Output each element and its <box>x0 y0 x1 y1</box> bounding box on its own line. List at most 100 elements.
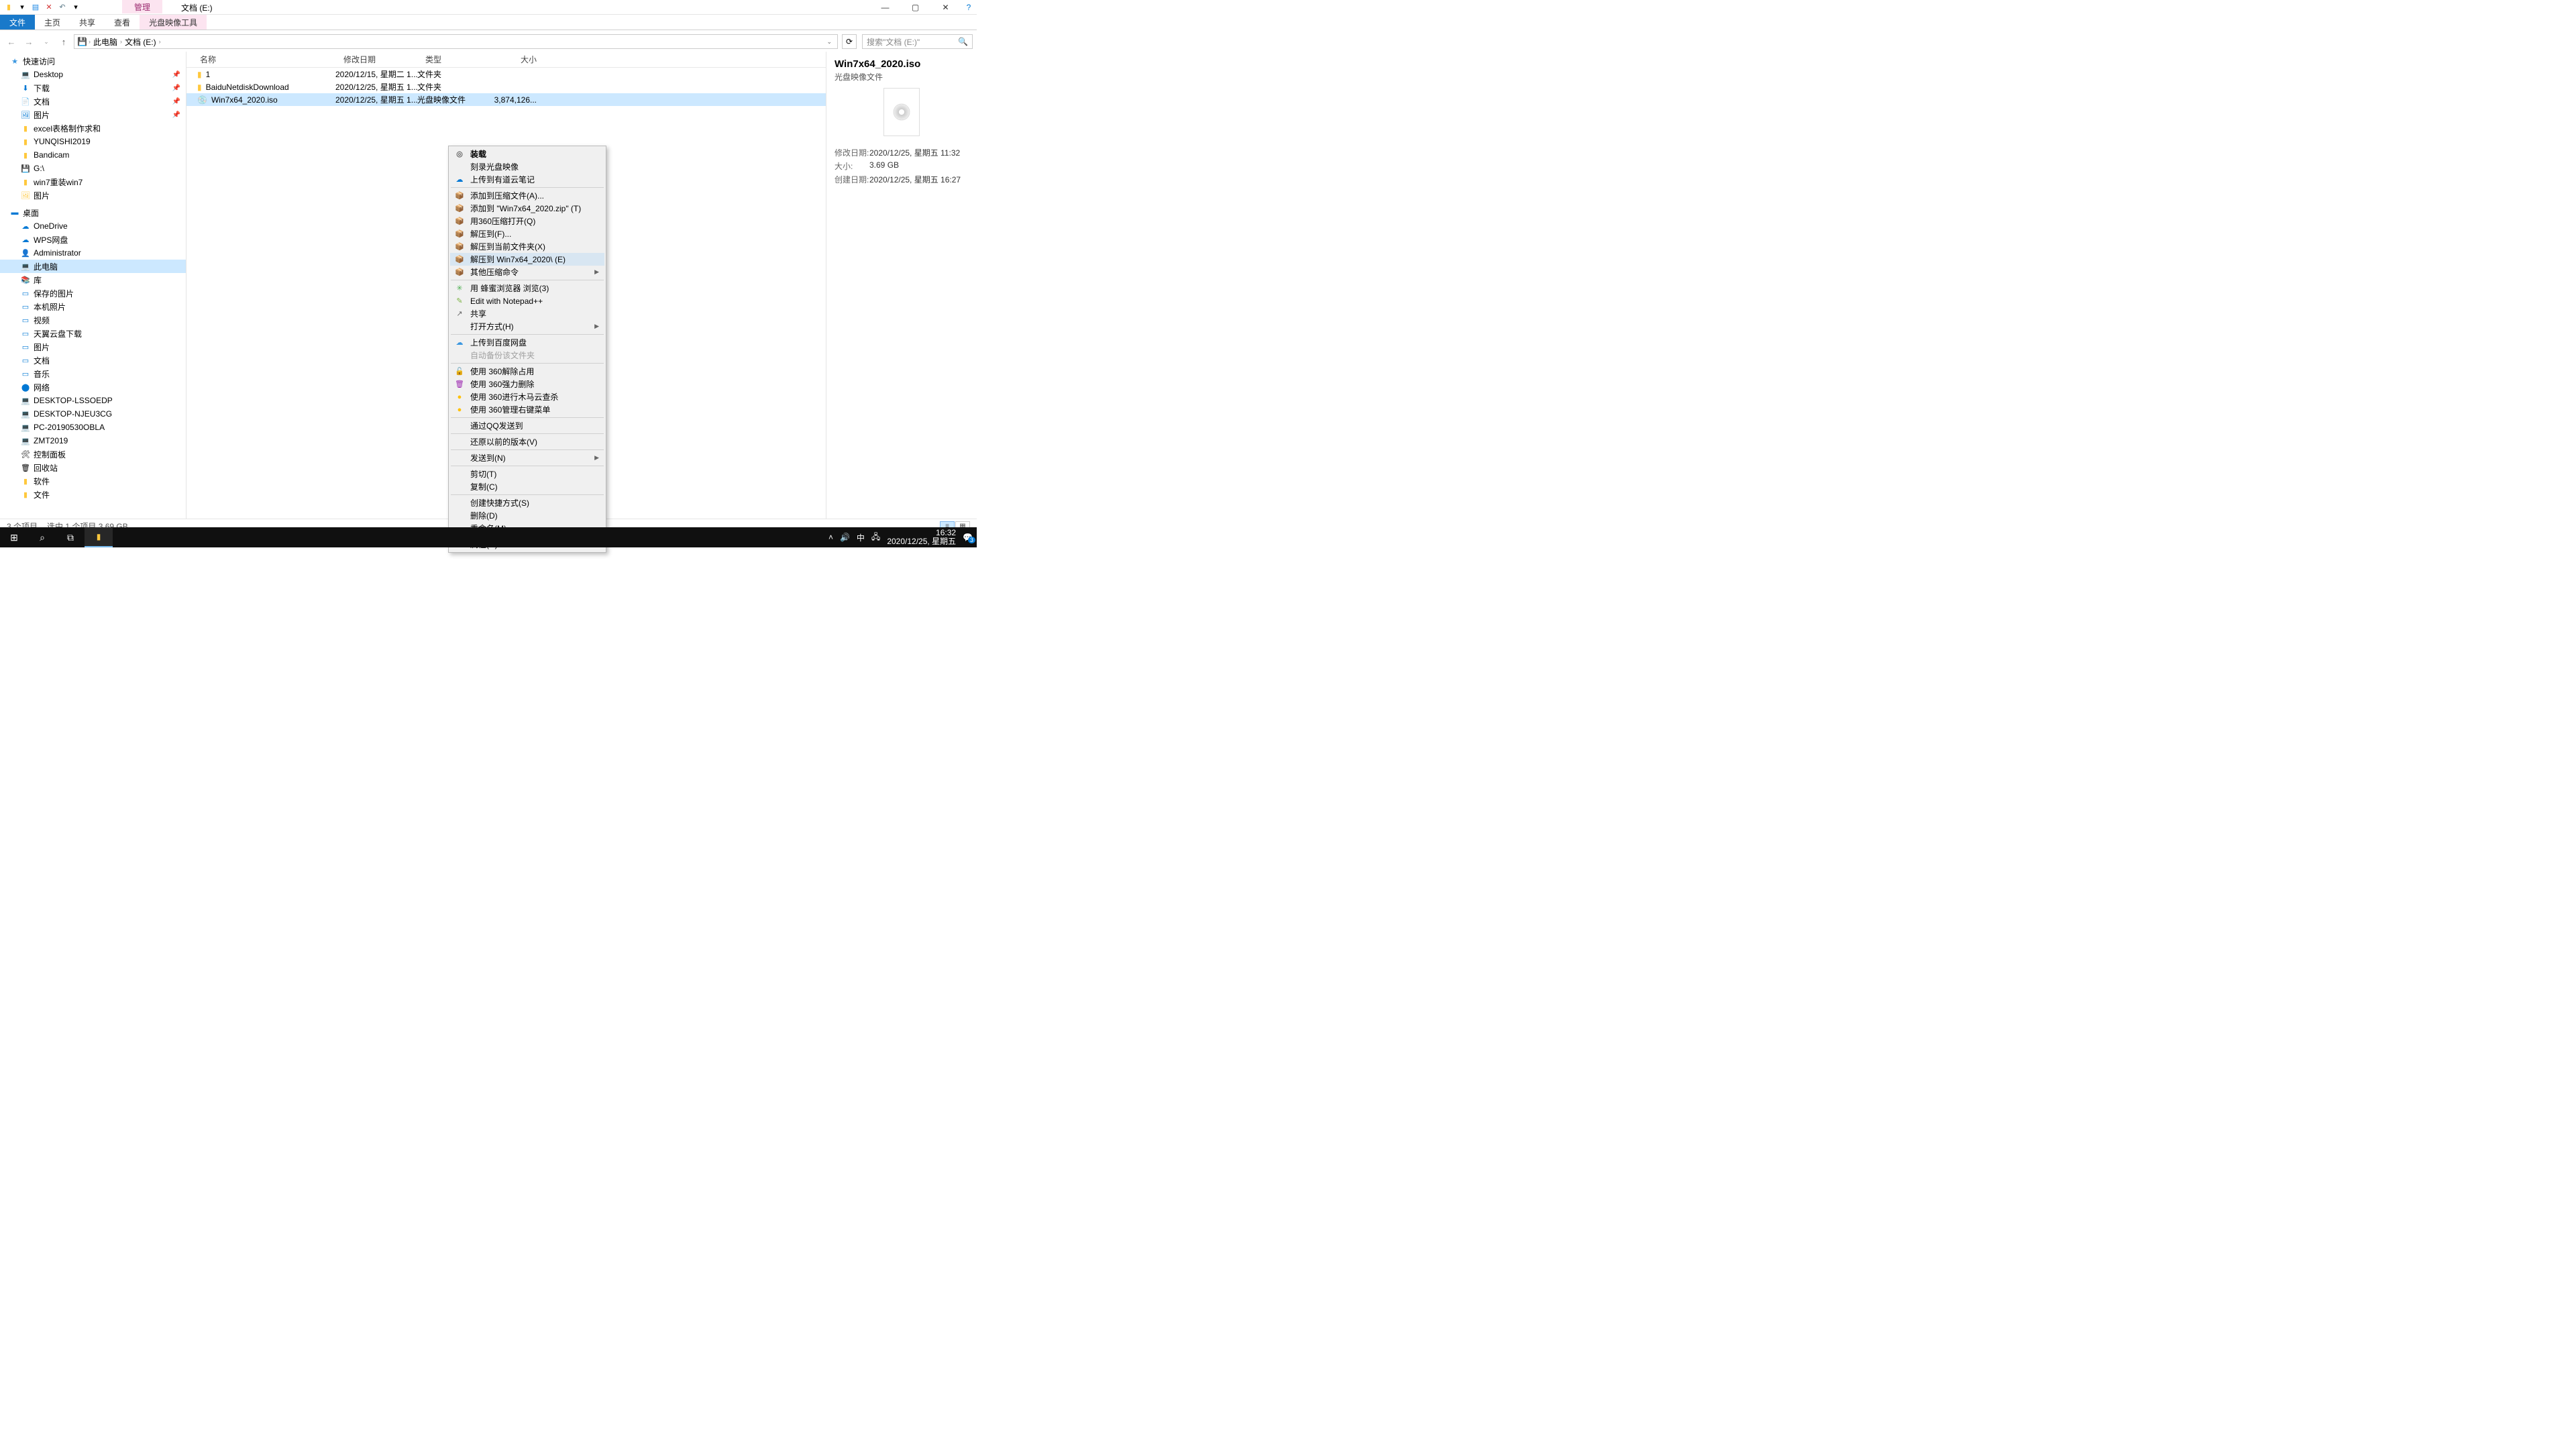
tab-share[interactable]: 共享 <box>70 15 105 30</box>
file-row[interactable]: 💿Win7x64_2020.iso2020/12/25, 星期五 1...光盘映… <box>186 93 826 106</box>
menu-item[interactable]: ☁上传到有道云笔记 <box>450 173 604 186</box>
file-list[interactable]: 名称 修改日期 类型 大小 ▮12020/12/15, 星期二 1...文件夹▮… <box>186 52 826 519</box>
tab-file[interactable]: 文件 <box>0 15 35 30</box>
menu-item[interactable]: 删除(D) <box>450 509 604 522</box>
minimize-button[interactable]: — <box>870 0 900 15</box>
nav-quick-item[interactable]: ▮YUNQISHI2019 <box>0 135 186 148</box>
nav-lib-item[interactable]: ▭天翼云盘下载 <box>0 327 186 340</box>
nav-network[interactable]: ⬤网络 <box>0 380 186 394</box>
menu-item[interactable]: ●使用 360管理右键菜单 <box>450 403 604 416</box>
qat-dropdown-icon[interactable]: ▾ <box>16 1 28 13</box>
nav-lib-item[interactable]: ▭音乐 <box>0 367 186 380</box>
nav-quick-item[interactable]: ⬇下载📌 <box>0 81 186 95</box>
nav-item[interactable]: 📚库 <box>0 273 186 286</box>
nav-quick-item[interactable]: 💾G:\ <box>0 162 186 175</box>
search-button[interactable]: ⌕ <box>28 527 56 547</box>
menu-item[interactable]: 🗑使用 360强力删除 <box>450 378 604 390</box>
tab-view[interactable]: 查看 <box>105 15 140 30</box>
nav-item[interactable]: 💻此电脑 <box>0 260 186 273</box>
menu-item[interactable]: 📦添加到压缩文件(A)... <box>450 189 604 202</box>
menu-item[interactable]: 打开方式(H)▶ <box>450 320 604 333</box>
menu-item[interactable]: 📦解压到(F)... <box>450 227 604 240</box>
nav-net-item[interactable]: 💻DESKTOP-LSSOEDP <box>0 394 186 407</box>
col-name[interactable]: 名称 <box>186 54 335 65</box>
volume-icon[interactable]: 🔊 <box>840 533 850 542</box>
nav-net-item[interactable]: 💻ZMT2019 <box>0 434 186 447</box>
explorer-taskbar-icon[interactable]: ▮ <box>85 527 113 547</box>
nav-control-panel[interactable]: 🛠控制面板 <box>0 447 186 461</box>
menu-item[interactable]: 复制(C) <box>450 480 604 493</box>
start-button[interactable]: ⊞ <box>0 527 28 547</box>
menu-item[interactable]: 还原以前的版本(V) <box>450 435 604 448</box>
nav-quick-item[interactable]: ▮Bandicam <box>0 148 186 162</box>
navigation-pane[interactable]: ★快速访问 💻Desktop📌⬇下载📌📄文档📌🖼图片📌▮excel表格制作求和▮… <box>0 52 186 519</box>
nav-folder[interactable]: ▮软件 <box>0 474 186 488</box>
task-view-button[interactable]: ⧉ <box>56 527 85 547</box>
menu-item[interactable]: 📦用360压缩打开(Q) <box>450 215 604 227</box>
menu-item[interactable]: 📦解压到当前文件夹(X) <box>450 240 604 253</box>
menu-item[interactable]: ●使用 360进行木马云查杀 <box>450 390 604 403</box>
chevron-right-icon[interactable]: › <box>89 38 91 45</box>
col-size[interactable]: 大小 <box>484 54 545 65</box>
menu-item[interactable]: ☁上传到百度网盘 <box>450 336 604 349</box>
col-date[interactable]: 修改日期 <box>335 54 417 65</box>
chevron-right-icon[interactable]: › <box>120 38 122 45</box>
menu-item[interactable]: 剪切(T) <box>450 468 604 480</box>
col-type[interactable]: 类型 <box>417 54 484 65</box>
menu-item[interactable]: 通过QQ发送到 <box>450 419 604 432</box>
back-button[interactable]: ← <box>4 34 19 49</box>
nav-item[interactable]: 👤Administrator <box>0 246 186 260</box>
forward-button[interactable]: → <box>21 34 36 49</box>
tab-disc-image-tools[interactable]: 光盘映像工具 <box>140 15 207 30</box>
help-button[interactable]: ? <box>961 0 977 15</box>
clock[interactable]: 16:32 2020/12/25, 星期五 <box>887 529 956 546</box>
nav-folder[interactable]: ▮文件 <box>0 488 186 501</box>
tab-home[interactable]: 主页 <box>35 15 70 30</box>
nav-quick-access[interactable]: ★快速访问 <box>0 54 186 68</box>
nav-quick-item[interactable]: 💻Desktop📌 <box>0 68 186 81</box>
nav-net-item[interactable]: 💻DESKTOP-NJEU3CG <box>0 407 186 421</box>
properties-icon[interactable]: ▤ <box>30 1 42 13</box>
nav-quick-item[interactable]: ▮excel表格制作求和 <box>0 121 186 135</box>
nav-quick-item[interactable]: 🖼图片📌 <box>0 108 186 121</box>
ime-indicator[interactable]: 中 <box>857 532 865 543</box>
nav-lib-item[interactable]: ▭本机照片 <box>0 300 186 313</box>
menu-item[interactable]: 刻录光盘映像 <box>450 160 604 173</box>
file-row[interactable]: ▮BaiduNetdiskDownload2020/12/25, 星期五 1..… <box>186 80 826 93</box>
nav-lib-item[interactable]: ▭图片 <box>0 340 186 354</box>
nav-quick-item[interactable]: 🖼图片 <box>0 189 186 202</box>
nav-item[interactable]: ☁WPS网盘 <box>0 233 186 246</box>
nav-quick-item[interactable]: 📄文档📌 <box>0 95 186 108</box>
qat-more-icon[interactable]: ▾ <box>70 1 82 13</box>
file-row[interactable]: ▮12020/12/15, 星期二 1...文件夹 <box>186 68 826 80</box>
address-dropdown-icon[interactable]: ⌄ <box>826 38 835 46</box>
undo-icon[interactable]: ↶ <box>56 1 68 13</box>
refresh-button[interactable]: ⟳ <box>842 34 857 49</box>
breadcrumb[interactable]: 此电脑 <box>92 36 119 48</box>
nav-lib-item[interactable]: ▭文档 <box>0 354 186 367</box>
address-box[interactable]: 💾 › 此电脑 › 文档 (E:) › ⌄ <box>74 34 838 49</box>
breadcrumb[interactable]: 文档 (E:) <box>123 36 158 48</box>
close-button[interactable]: ✕ <box>930 0 961 15</box>
search-input[interactable]: 搜索"文档 (E:)" 🔍 <box>862 34 973 49</box>
action-center-icon[interactable]: 💬3 <box>963 533 973 542</box>
nav-recycle-bin[interactable]: 🗑回收站 <box>0 461 186 474</box>
nav-net-item[interactable]: 💻PC-20190530OBLA <box>0 421 186 434</box>
menu-item[interactable]: ◎装载 <box>450 148 604 160</box>
network-icon[interactable]: 🖧 <box>871 531 880 545</box>
maximize-button[interactable]: ▢ <box>900 0 930 15</box>
menu-item[interactable]: ↗共享 <box>450 307 604 320</box>
menu-item[interactable]: 📦解压到 Win7x64_2020\ (E) <box>450 253 604 266</box>
up-button[interactable]: ↑ <box>56 34 71 49</box>
nav-quick-item[interactable]: ▮win7重装win7 <box>0 175 186 189</box>
tray-chevron-icon[interactable]: ˄ <box>828 533 833 542</box>
delete-icon[interactable]: ✕ <box>43 1 55 13</box>
nav-desktop[interactable]: ▬桌面 <box>0 206 186 219</box>
recent-dropdown-icon[interactable]: ⌄ <box>39 34 54 49</box>
menu-item[interactable]: 创建快捷方式(S) <box>450 496 604 509</box>
menu-item[interactable]: ✎Edit with Notepad++ <box>450 294 604 307</box>
chevron-right-icon[interactable]: › <box>159 38 161 45</box>
menu-item[interactable]: 🔓使用 360解除占用 <box>450 365 604 378</box>
menu-item[interactable]: 发送到(N)▶ <box>450 451 604 464</box>
menu-item[interactable]: ✳用 蜂蜜浏览器 浏览(3) <box>450 282 604 294</box>
